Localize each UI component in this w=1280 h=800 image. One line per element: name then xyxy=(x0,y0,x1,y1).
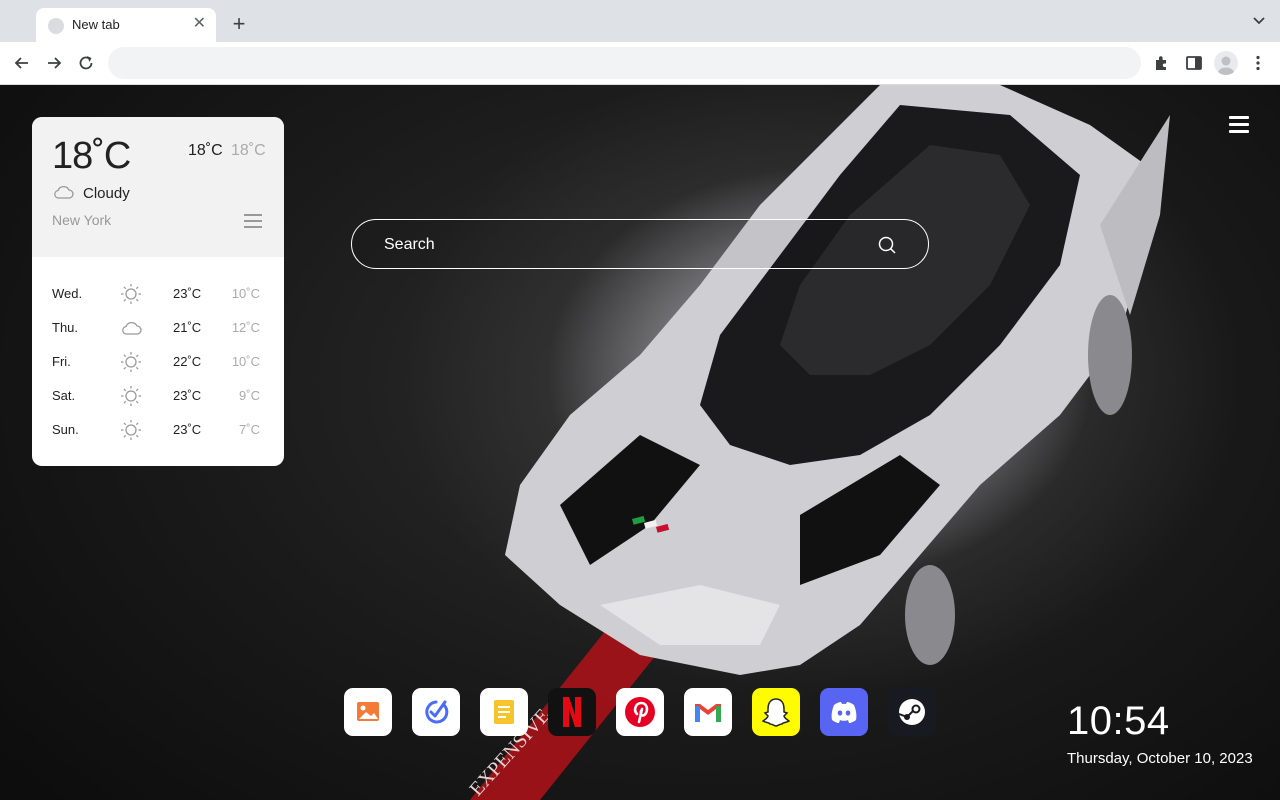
snapchat-icon xyxy=(761,698,791,727)
dock-item-snapchat[interactable] xyxy=(752,688,800,736)
cloud-icon xyxy=(54,186,74,199)
back-arrow-icon[interactable] xyxy=(12,53,32,73)
forecast-row: Thu. 21˚C 12˚C xyxy=(32,311,284,345)
forecast-low: 12˚C xyxy=(231,320,260,335)
forecast-row: Fri. 22˚C 10˚C xyxy=(32,345,284,379)
puzzle-icon[interactable] xyxy=(1152,53,1172,73)
address-bar[interactable] xyxy=(108,47,1141,79)
high-temperature: 18˚C xyxy=(188,142,223,159)
tab-new-tab[interactable]: New tab ✕ xyxy=(36,8,216,42)
forecast-high: 23˚C xyxy=(173,286,202,301)
dock-item-pinterest[interactable] xyxy=(616,688,664,736)
close-icon[interactable]: ✕ xyxy=(193,14,206,34)
forecast-day: Wed. xyxy=(52,286,83,301)
weather-current: 18˚C 18˚C 18˚C Cloudy New York xyxy=(32,117,284,257)
image-icon xyxy=(357,702,379,721)
forecast-high: 22˚C xyxy=(173,354,202,369)
sun-icon xyxy=(121,386,141,406)
forecast-row: Sun. 23˚C 7˚C xyxy=(32,413,284,447)
dock-item-gmail[interactable] xyxy=(684,688,732,736)
current-temperature: 18˚C xyxy=(52,135,131,177)
forecast-low: 7˚C xyxy=(239,422,260,437)
clock-time: 10:54 xyxy=(1067,699,1170,743)
steam-icon xyxy=(898,699,925,725)
main-menu-button[interactable] xyxy=(1229,116,1249,134)
forecast-row: Wed. 23˚C 10˚C xyxy=(32,277,284,311)
chevron-down-icon[interactable] xyxy=(1252,14,1266,28)
clock-date: Thursday, October 10, 2023 xyxy=(1067,750,1253,767)
dock-item-notes[interactable] xyxy=(480,688,528,736)
cloud-icon xyxy=(122,322,142,335)
tab-strip: New tab ✕ + xyxy=(0,0,1280,42)
menu-bar xyxy=(1229,130,1249,133)
person-icon xyxy=(1218,56,1234,75)
netflix-icon xyxy=(563,697,581,727)
globe-icon xyxy=(48,18,64,34)
forecast-low: 10˚C xyxy=(231,286,260,301)
notes-icon xyxy=(494,700,514,724)
browser-toolbar xyxy=(0,42,1280,85)
dock-item-netflix[interactable] xyxy=(548,688,596,736)
forecast-row: Sat. 23˚C 9˚C xyxy=(32,379,284,413)
menu-bar xyxy=(1229,123,1249,126)
dock-item-photos[interactable] xyxy=(344,688,392,736)
search-bar xyxy=(351,219,929,269)
sun-icon xyxy=(121,284,141,304)
search-icon[interactable] xyxy=(878,236,896,254)
low-temperature: 18˚C xyxy=(231,142,266,159)
menu-icon[interactable] xyxy=(244,213,262,229)
forecast-high: 23˚C xyxy=(173,422,202,437)
forecast-day: Sat. xyxy=(52,388,76,403)
weather-condition: Cloudy xyxy=(83,185,130,202)
sun-icon xyxy=(121,352,141,372)
sun-icon xyxy=(121,420,141,440)
discord-icon xyxy=(831,702,857,723)
menu-bar xyxy=(1229,116,1249,119)
forecast-day: Thu. xyxy=(52,320,79,335)
dock-item-tasks[interactable] xyxy=(412,688,460,736)
dock-item-discord[interactable] xyxy=(820,688,868,736)
pinterest-icon xyxy=(625,697,655,727)
new-tab-button[interactable]: + xyxy=(228,12,250,36)
new-tab-page: EXPENSIVE 18˚C 18˚C 18˚C Cloudy New York xyxy=(0,85,1280,800)
weather-widget: 18˚C 18˚C 18˚C Cloudy New York Wed. 23˚C… xyxy=(32,117,284,466)
tab-title: New tab xyxy=(72,17,120,32)
kebab-menu-icon[interactable] xyxy=(1248,53,1268,73)
forecast-low: 9˚C xyxy=(239,388,260,403)
avatar[interactable] xyxy=(1214,51,1238,75)
forward-arrow-icon[interactable] xyxy=(44,53,64,73)
gmail-icon xyxy=(695,704,721,722)
forecast-high: 23˚C xyxy=(173,388,202,403)
reload-icon[interactable] xyxy=(76,53,96,73)
dock-item-steam[interactable] xyxy=(888,688,936,736)
forecast-high: 21˚C xyxy=(173,320,202,335)
city-name: New York xyxy=(52,212,112,228)
forecast-day: Sun. xyxy=(52,422,79,437)
side-panel-icon[interactable] xyxy=(1184,53,1204,73)
forecast-low: 10˚C xyxy=(231,354,260,369)
forecast-day: Fri. xyxy=(52,354,71,369)
search-input[interactable] xyxy=(382,232,866,258)
checkmark-icon xyxy=(425,700,449,724)
